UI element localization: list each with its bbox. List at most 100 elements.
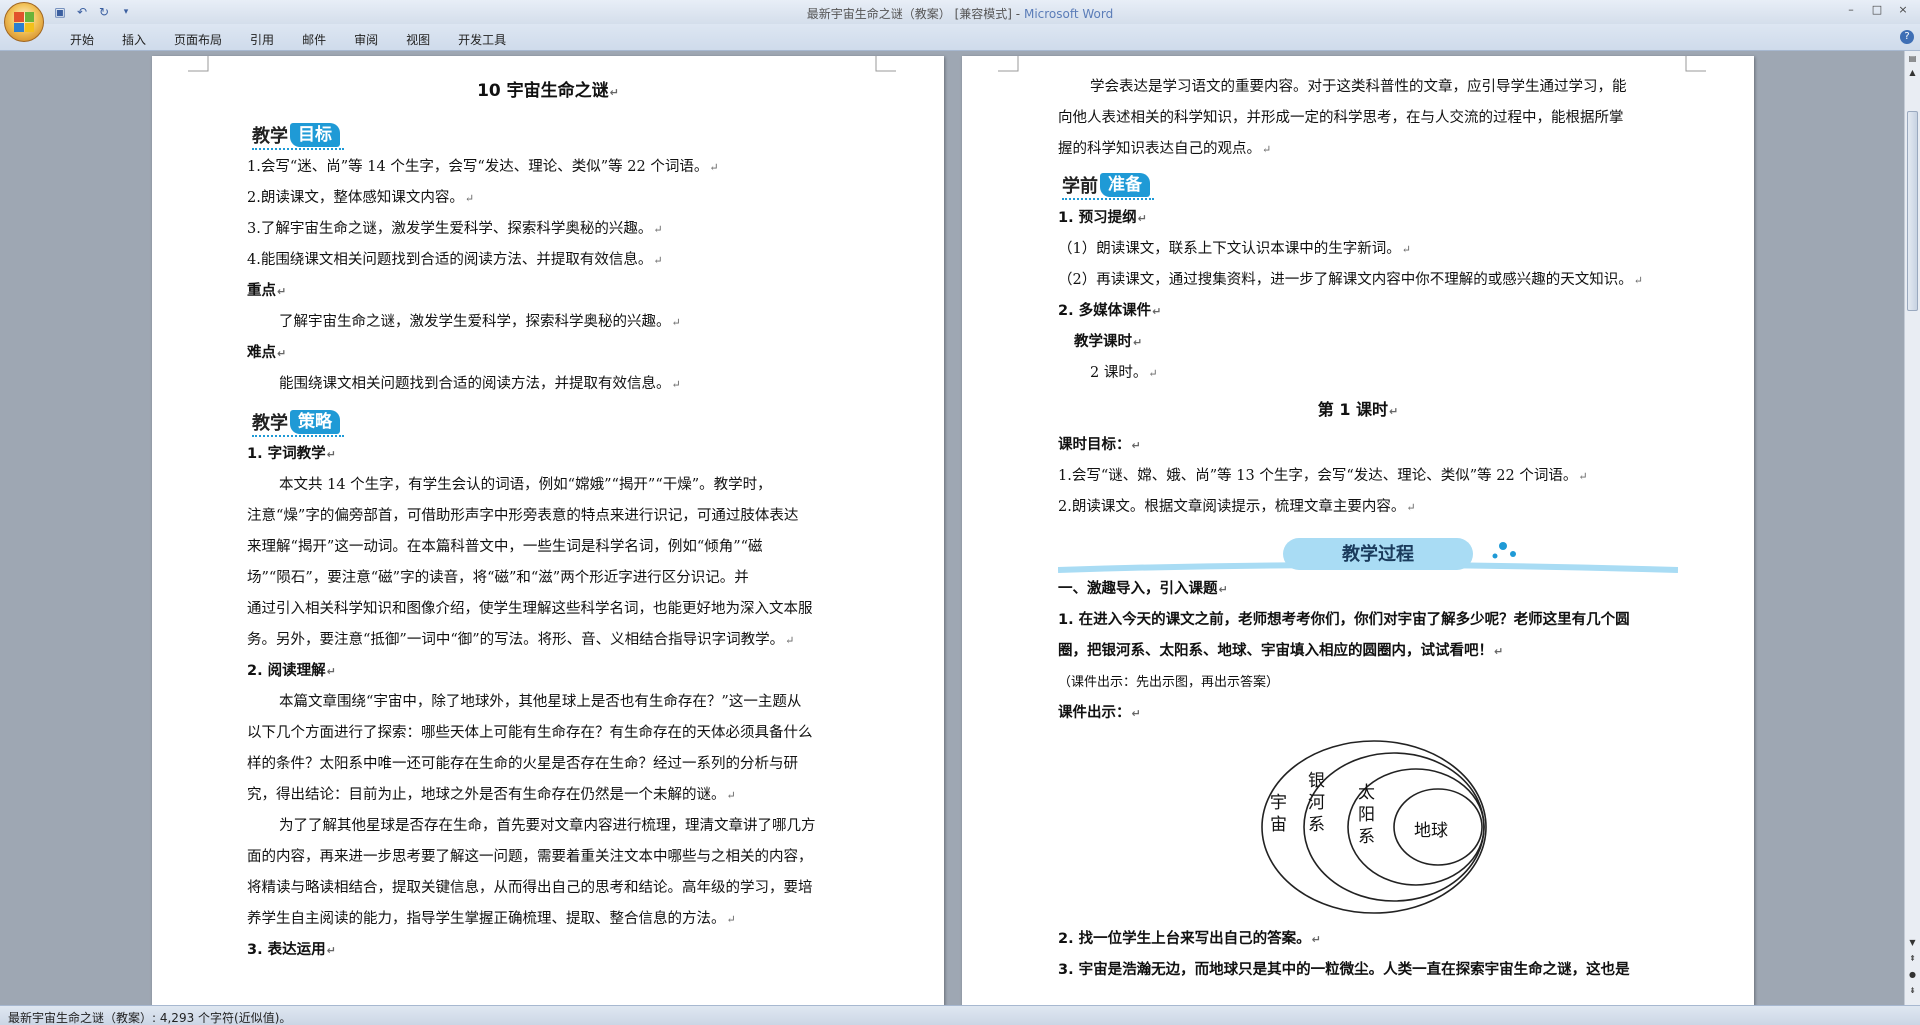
title-app: Microsoft Word bbox=[1023, 7, 1114, 21]
window-title: 最新宇宙生命之谜（教案） [兼容模式] - Microsoft Word bbox=[0, 5, 1920, 22]
label-earth: 地球 bbox=[1414, 821, 1448, 841]
key-point-label: 重点↵ bbox=[247, 283, 287, 299]
ruler-toggle-icon[interactable]: ▤ bbox=[1907, 53, 1918, 64]
prep-item: （2）再读课文，通过搜集资料，进一步了解课文内容中你不理解的或感兴趣的天文知识。… bbox=[1058, 272, 1643, 288]
tab-mailings[interactable]: 邮件 bbox=[288, 29, 340, 50]
margin-corner-mark bbox=[998, 56, 1019, 72]
label-universe: 宇宙 bbox=[1270, 793, 1287, 835]
status-bar: 最新宇宙生命之谜（教案）: 4,293 个字符(近似值)。 bbox=[0, 1005, 1920, 1025]
scroll-up-icon[interactable]: ▲ bbox=[1907, 67, 1918, 78]
section-title: 1. 字词教学↵ bbox=[247, 446, 336, 462]
question-line: 1. 在进入今天的课文之前，老师想考考你们，你们对宇宙了解多少呢？老师这里有几个… bbox=[1058, 612, 1630, 628]
ribbon-tab-bar: 开始 插入 页面布局 引用 邮件 审阅 视图 开发工具 ? bbox=[0, 24, 1920, 51]
banner-tag: 目标 bbox=[290, 123, 340, 147]
difficulty-label: 难点↵ bbox=[247, 345, 287, 361]
lesson-goal-item: 2.朗读课文。根据文章阅读提示，梳理文章主要内容。↵ bbox=[1058, 499, 1416, 515]
lesson-title: 10 宇宙生命之谜↵ bbox=[477, 81, 619, 101]
body-line: 握的科学知识表达自己的观点。↵ bbox=[1058, 141, 1272, 157]
close-button[interactable]: × bbox=[1892, 2, 1914, 18]
label-galaxy: 银河系 bbox=[1308, 771, 1325, 835]
banner-teaching-process: 教学过程 bbox=[1057, 534, 1679, 574]
banner-label: 教学 bbox=[252, 413, 288, 434]
process-banner-label: 教学过程 bbox=[1342, 544, 1414, 565]
word-window: ▣ ↶ ↻ ▾ 最新宇宙生命之谜（教案） [兼容模式] - Microsoft … bbox=[0, 0, 1920, 1025]
body-line: 以下几个方面进行了探索：哪些天体上可能有生命存在？有生命存在的天体必须具备什么 bbox=[247, 725, 813, 741]
key-point-text: 了解宇宙生命之谜，激发学生爱科学，探索科学奥秘的兴趣。↵ bbox=[279, 314, 681, 330]
body-line: 注意“燥”字的偏旁部首，可借助形声字中形旁表意的特点来进行识记，可通过肢体表达 bbox=[247, 508, 799, 524]
goal-item: 4.能围绕课文相关问题找到合适的阅读方法、并提取有效信息。↵ bbox=[247, 252, 663, 268]
section-title: 1. 预习提纲↵ bbox=[1058, 210, 1147, 226]
difficulty-text: 能围绕课文相关问题找到合适的阅读方法，并提取有效信息。↵ bbox=[279, 376, 681, 392]
body-line: 本文共 14 个生字，有学生会认的词语，例如“嫦娥”“揭开”“干燥”。教学时， bbox=[279, 477, 772, 493]
tab-insert[interactable]: 插入 bbox=[108, 29, 160, 50]
office-button-icon[interactable] bbox=[4, 2, 44, 42]
label-solar-system: 太阳系 bbox=[1358, 783, 1375, 847]
scroll-down-icon[interactable]: ▼ bbox=[1907, 937, 1918, 948]
scrollbar-thumb[interactable] bbox=[1907, 111, 1918, 311]
tab-developer[interactable]: 开发工具 bbox=[444, 29, 520, 50]
body-line: 来理解“揭开”这一动词。在本篇科普文中，一些生词是科学名词，例如“倾角”“磁 bbox=[247, 539, 763, 555]
tab-review[interactable]: 审阅 bbox=[340, 29, 392, 50]
help-icon[interactable]: ? bbox=[1900, 30, 1914, 44]
lesson-period-title: 第 1 课时↵ bbox=[1317, 400, 1399, 419]
word-count-status[interactable]: 最新宇宙生命之谜（教案）: 4,293 个字符(近似值)。 bbox=[8, 1009, 291, 1025]
hours-label: 教学课时↵ bbox=[1074, 334, 1143, 350]
banner-teaching-goals: 教学 目标 bbox=[252, 120, 344, 150]
body-line: 场”“陨石”，要注意“磁”字的读音，将“磁”和“滋”两个形近字进行区分识记。并 bbox=[247, 570, 749, 586]
prep-item: （1）朗读课文，联系上下文认识本课中的生字新词。↵ bbox=[1058, 241, 1411, 257]
paragraph-mark-icon: ↵ bbox=[609, 86, 619, 99]
margin-corner-mark bbox=[1685, 56, 1706, 72]
vertical-scrollbar[interactable]: ▤ ▲ ▼ ⇞ ● ⇟ bbox=[1904, 51, 1920, 1005]
title-sep: - bbox=[1015, 7, 1021, 21]
lesson-goal-label: 课时目标：↵ bbox=[1058, 437, 1141, 453]
body-line: 通过引入相关科学知识和图像介绍，使学生理解这些科学名词，也能更好地为深入文本服 bbox=[247, 601, 813, 617]
goal-item: 2.朗读课文，整体感知课文内容。↵ bbox=[247, 190, 475, 206]
title-doc: 最新宇宙生命之谜（教案） bbox=[806, 7, 951, 21]
lesson-goal-item: 1.会写“谜、嫦、娥、尚”等 13 个生字，会写“发达、理论、类似”等 22 个… bbox=[1058, 468, 1588, 484]
banner-tag: 策略 bbox=[290, 410, 340, 434]
goal-item: 3.了解宇宙生命之谜，激发学生爱科学、探索科学奥秘的兴趣。↵ bbox=[247, 221, 663, 237]
section-title: 2. 阅读理解↵ bbox=[247, 663, 336, 679]
page-right: 学会表达是学习语文的重要内容。对于这类科普性的文章，应引导学生通过学习，能 向他… bbox=[962, 56, 1754, 1006]
previous-page-icon[interactable]: ⇞ bbox=[1907, 953, 1918, 964]
banner-tag: 准备 bbox=[1100, 173, 1150, 197]
body-line: 本篇文章围绕“宇宙中，除了地球外，其他星球上是否也有生命存在？”这一主题从 bbox=[279, 694, 802, 710]
tab-view[interactable]: 视图 bbox=[392, 29, 444, 50]
window-controls: – □ × bbox=[1840, 2, 1914, 18]
step-title: 一、激趣导入，引入课题↵ bbox=[1058, 581, 1228, 597]
body-line: 向他人表述相关的科学知识，并形成一定的科学思考，在与人交流的过程中，能根据所掌 bbox=[1058, 110, 1624, 126]
question-line: 圈，把银河系、太阳系、地球、宇宙填入相应的圆圈内，试试看吧！↵ bbox=[1058, 643, 1504, 659]
section-title: 3. 表达运用↵ bbox=[247, 942, 336, 958]
tab-page-layout[interactable]: 页面布局 bbox=[160, 29, 236, 50]
body-line: 学会表达是学习语文的重要内容。对于这类科普性的文章，应引导学生通过学习，能 bbox=[1090, 79, 1627, 95]
body-line: 样的条件？太阳系中唯一还可能存在生命的火星是否存在生命？经过一系列的分析与研 bbox=[247, 756, 798, 772]
hours-value: 2 课时。↵ bbox=[1090, 365, 1158, 381]
minimize-button[interactable]: – bbox=[1840, 2, 1862, 18]
banner-label: 教学 bbox=[252, 126, 288, 147]
maximize-button[interactable]: □ bbox=[1866, 2, 1888, 18]
body-line: 为了了解其他星球是否存在生命，首先要对文章内容进行梳理，理清文章讲了哪几方 bbox=[279, 818, 816, 834]
page-left: 10 宇宙生命之谜↵ 教学 目标 1.会写“迷、尚”等 14 个生字，会写“发达… bbox=[152, 56, 944, 1006]
body-line: 养学生自主阅读的能力，指导学生掌握正确梳理、提取、整合信息的方法。↵ bbox=[247, 911, 736, 927]
tab-references[interactable]: 引用 bbox=[236, 29, 288, 50]
title-bar: ▣ ↶ ↻ ▾ 最新宇宙生命之谜（教案） [兼容模式] - Microsoft … bbox=[0, 0, 1920, 24]
banner-teaching-strategy: 教学 策略 bbox=[252, 407, 344, 437]
body-line: 面的内容，再来进一步思考要了解这一问题，需要着重关注文本中哪些与之相关的内容， bbox=[247, 849, 813, 865]
question-line: 3. 宇宙是浩瀚无边，而地球只是其中的一粒微尘。人类一直在探索宇宙生命之谜，这也… bbox=[1058, 962, 1630, 978]
body-line: 究，得出结论：目前为止，地球之外是否有生命存在仍然是一个未解的谜。↵ bbox=[247, 787, 736, 803]
question-line: 2. 找一位学生上台来写出自己的答案。↵ bbox=[1058, 931, 1321, 947]
body-line: 将精读与略读相结合，提取关键信息，从而得出自己的思考和结论。高年级的学习，要培 bbox=[247, 880, 813, 896]
banner-label: 学前 bbox=[1062, 176, 1098, 197]
tab-home[interactable]: 开始 bbox=[56, 29, 108, 50]
universe-circles-diagram: 宇宙 银河系 太阳系 地球 bbox=[1254, 732, 1494, 922]
select-browse-object-icon[interactable]: ● bbox=[1907, 969, 1918, 980]
margin-corner-mark bbox=[188, 56, 209, 72]
title-mode: [兼容模式] bbox=[954, 7, 1012, 21]
body-line: 务。另外，要注意“抵御”一词中“御”的写法。将形、音、义相结合指导识字词教学。↵ bbox=[247, 632, 795, 648]
next-page-icon[interactable]: ⇟ bbox=[1907, 985, 1918, 996]
section-title: 2. 多媒体课件↵ bbox=[1058, 303, 1162, 319]
courseware-label: 课件出示：↵ bbox=[1058, 705, 1141, 721]
margin-corner-mark bbox=[875, 56, 896, 72]
goal-item: 1.会写“迷、尚”等 14 个生字，会写“发达、理论、类似”等 22 个词语。↵ bbox=[247, 159, 719, 175]
banner-preparation: 学前 准备 bbox=[1062, 170, 1154, 200]
